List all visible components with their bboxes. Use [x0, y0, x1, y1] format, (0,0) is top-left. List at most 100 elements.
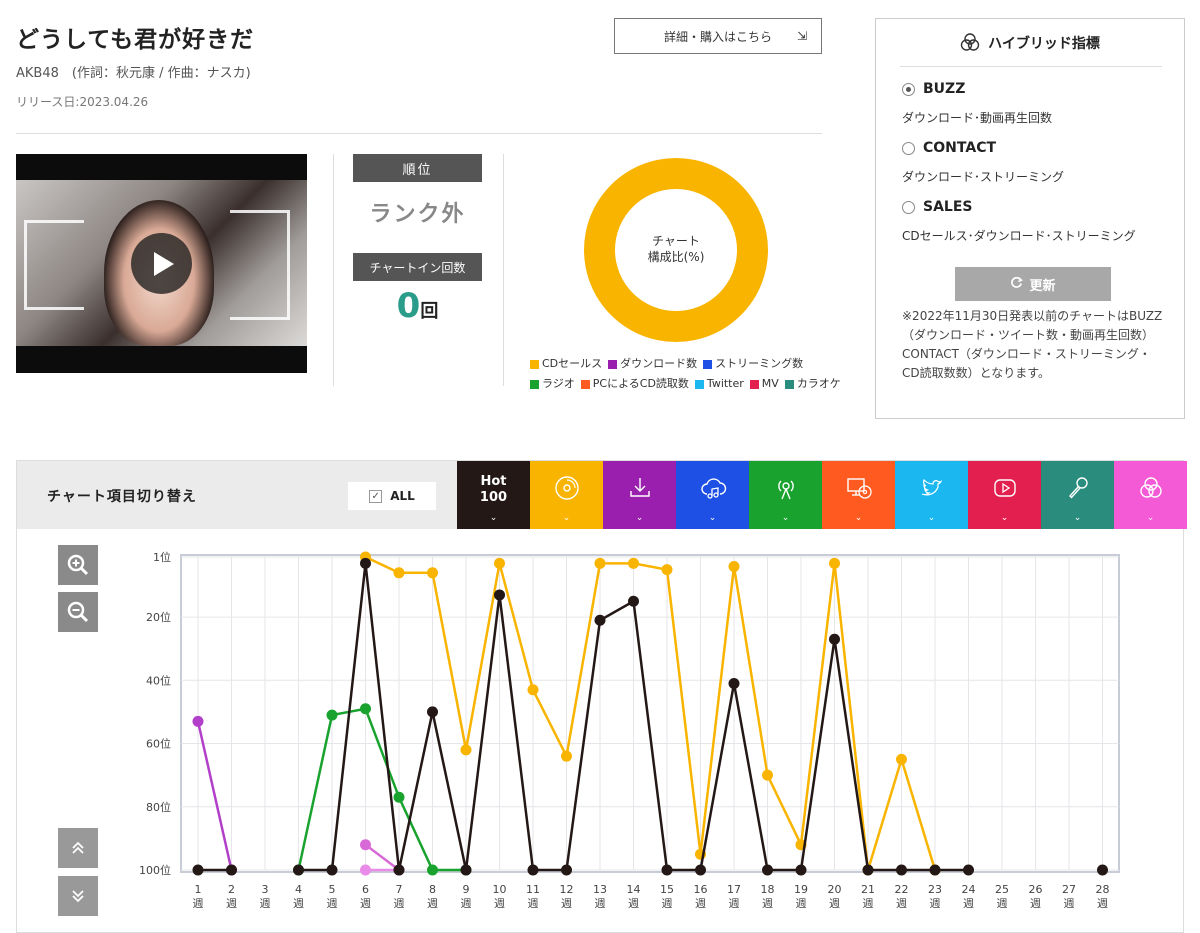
data-point [360, 839, 371, 851]
donut-legend: CDセールス ダウンロード数 ストリーミング数 ラジオ PCによるCD読取数 Twitt… [530, 354, 850, 394]
data-point [360, 557, 371, 569]
data-point [527, 864, 539, 876]
radio-contact[interactable] [902, 141, 915, 155]
data-point [226, 864, 237, 876]
option-contact-desc: ダウンロード･ストリーミング [902, 170, 1065, 184]
data-point [628, 595, 639, 607]
option-buzz-label: BUZZ [923, 81, 966, 97]
legend-item: ラジオ [530, 374, 575, 394]
x-tick-unit: 週 [896, 897, 907, 910]
x-tick-label: 11 [526, 883, 540, 896]
data-point [829, 557, 840, 569]
data-point [393, 864, 405, 876]
hybrid-note: ※2022年11月30日発表以前のチャートはBUZZ（ダウンロード・ツイート数・… [902, 309, 1163, 380]
hybrid-title: ハイブリッド指標 [876, 33, 1184, 55]
x-tick-unit: 週 [1064, 897, 1075, 910]
data-point [460, 744, 472, 756]
x-tick-unit: 週 [260, 897, 271, 910]
play-button[interactable] [131, 233, 192, 294]
x-tick-label: 15 [660, 883, 674, 896]
legend-swatch [530, 359, 539, 369]
divider [16, 133, 822, 134]
y-tick-label: 20位 [146, 610, 171, 624]
data-point [326, 709, 338, 721]
legend-label: ストリーミング数 [715, 357, 804, 370]
x-tick-label: 19 [794, 883, 808, 896]
x-tick-label: 24 [962, 883, 976, 896]
option-sales-desc: CDセールス･ダウンロード･ストリーミング [902, 229, 1136, 243]
x-tick-unit: 週 [1097, 897, 1108, 910]
video-thumbnail[interactable] [16, 154, 307, 373]
data-point [762, 769, 773, 781]
x-tick-label: 16 [694, 883, 708, 896]
data-point [427, 864, 438, 876]
rank-history-chart: 1位20位40位60位80位100位1週2週3週4週5週6週7週8週9週10週1… [139, 550, 1120, 910]
arrow-icon: ⇲ [796, 29, 807, 43]
x-tick-unit: 週 [561, 897, 572, 910]
legend-swatch [694, 379, 704, 389]
x-tick-unit: 週 [226, 897, 237, 910]
legend-item: ストリーミング数 [703, 354, 803, 374]
x-tick-label: 6 [362, 883, 369, 896]
x-tick-label: 18 [761, 883, 775, 896]
x-tick-unit: 週 [1030, 897, 1041, 910]
x-tick-label: 9 [463, 883, 470, 896]
legend-label: MV [761, 377, 779, 390]
data-point [293, 864, 304, 876]
radio-buzz[interactable] [902, 82, 915, 96]
x-tick-label: 3 [262, 883, 269, 896]
chart-in-unit: 回 [420, 301, 439, 322]
x-tick-label: 10 [493, 883, 507, 896]
data-point [896, 864, 907, 876]
frame-decoration [24, 220, 84, 310]
rank-value: ランク外 [369, 202, 466, 227]
donut-label: チャート 構成比(%) [584, 233, 768, 265]
x-tick-label: 7 [396, 883, 403, 896]
buy-button-label: 詳細・購入はこちら [663, 29, 772, 44]
data-point [360, 703, 371, 715]
data-point [795, 864, 807, 876]
x-tick-label: 5 [329, 883, 336, 896]
frame-decoration [230, 210, 290, 320]
data-point [393, 567, 405, 579]
donut-label-line2: 構成比(%) [647, 250, 705, 264]
data-point [628, 557, 639, 569]
option-contact-label: CONTACT [923, 140, 997, 156]
x-tick-label: 28 [1096, 883, 1110, 896]
data-point [661, 864, 673, 876]
refresh-button[interactable]: 更新 [955, 267, 1111, 301]
legend-item: ダウンロード数 [608, 354, 697, 374]
option-contact[interactable]: CONTACT [902, 140, 996, 156]
option-sales[interactable]: SALES [902, 199, 973, 215]
chart-in-header: チャートイン回数 [353, 253, 482, 281]
x-tick-label: 4 [295, 883, 302, 896]
x-tick-label: 1 [195, 883, 202, 896]
x-tick-label: 27 [1062, 883, 1076, 896]
x-tick-unit: 週 [729, 897, 740, 910]
data-point [326, 864, 338, 876]
data-point [494, 557, 505, 569]
legend-label: ダウンロード数 [620, 357, 698, 370]
radio-sales[interactable] [902, 200, 915, 214]
x-tick-label: 17 [727, 883, 741, 896]
x-tick-unit: 週 [595, 897, 606, 910]
data-point [427, 706, 438, 718]
x-tick-label: 13 [593, 883, 607, 896]
data-point [494, 589, 505, 601]
x-tick-unit: 週 [528, 897, 539, 910]
legend-label: CDセールス [542, 357, 603, 370]
legend-label: PCによるCD読取数 [592, 377, 689, 390]
x-tick-unit: 週 [762, 897, 773, 910]
release-date: リリース日:2023.04.26 [16, 95, 149, 109]
legend-swatch [608, 359, 618, 369]
x-tick-unit: 週 [829, 897, 840, 910]
rank-header: 順位 [353, 154, 482, 182]
buy-details-button[interactable]: 詳細・購入はこちら ⇲ [614, 18, 822, 54]
x-tick-label: 14 [627, 883, 641, 896]
x-tick-label: 12 [560, 883, 574, 896]
data-point [561, 864, 572, 876]
donut-label-line1: チャート [652, 234, 700, 248]
hybrid-index-panel: ハイブリッド指標 BUZZ ダウンロード･動画再生回数 CONTACT ダウンロ… [875, 18, 1185, 419]
data-point [1097, 864, 1108, 876]
option-buzz[interactable]: BUZZ [902, 81, 965, 97]
